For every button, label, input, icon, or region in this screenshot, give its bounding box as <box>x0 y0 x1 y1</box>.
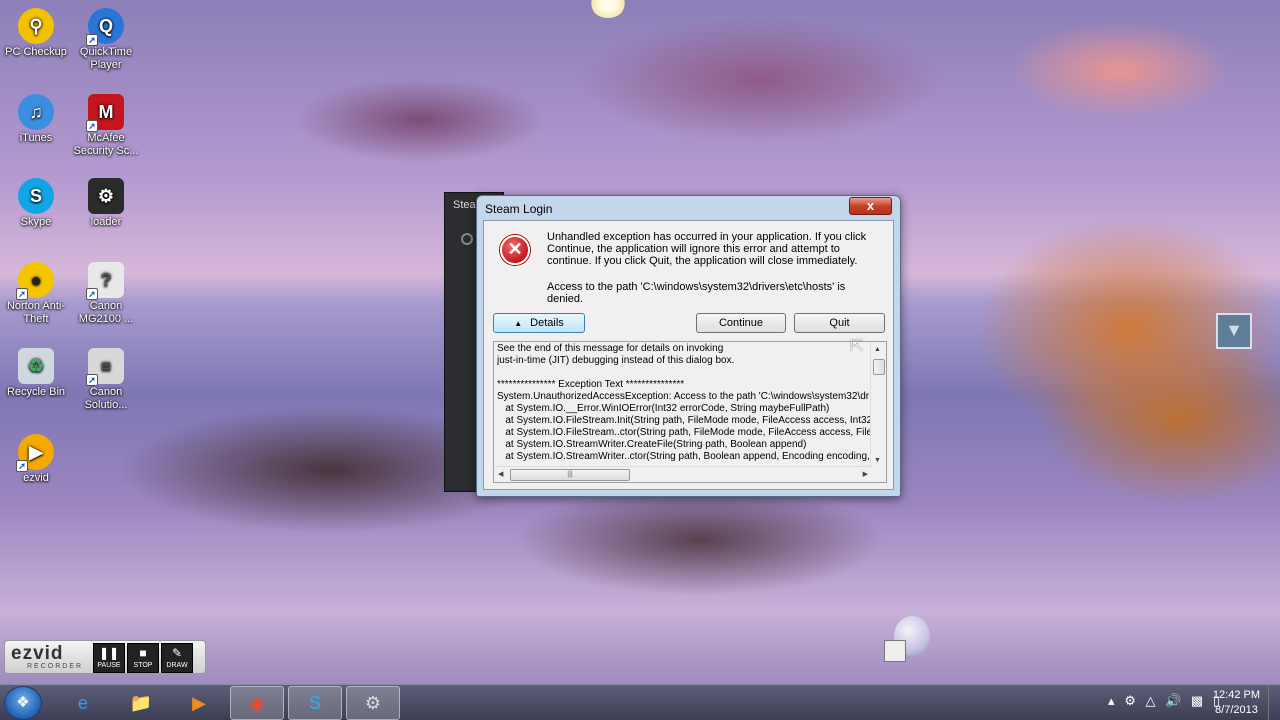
title-bar[interactable]: Steam Login x <box>477 196 900 220</box>
quicktime-icon: Q ➚ <box>86 8 124 46</box>
desktop-icon-canon-mg2100[interactable]: ? ➚ Canon MG2100 ... <box>70 262 142 326</box>
itunes-icon: ♫ <box>18 94 54 130</box>
ezvid-logo: ezvid <box>11 643 64 664</box>
sun <box>590 0 626 18</box>
dialog-title: Steam Login <box>485 202 553 216</box>
skype-icon: S <box>18 178 54 214</box>
steam-icon: ⚙ <box>88 178 124 214</box>
scroll-up-icon[interactable]: ▲ <box>874 346 881 353</box>
pause-icon: ❚❚ <box>98 646 120 660</box>
clock-date: 8/7/2013 <box>1215 704 1258 716</box>
scroll-down-icon[interactable]: ▼ <box>874 457 881 464</box>
desktop-icon-label: Canon MG2100 ... <box>78 300 134 325</box>
scroll-left-icon[interactable]: ◀ <box>498 470 503 478</box>
ezvid-recorder-bar: ezvid RECORDER ❚❚ PAUSE ■ STOP ✎ DRAW <box>4 640 206 674</box>
widget-square-icon[interactable] <box>884 640 906 662</box>
desktop-icon-norton[interactable]: ● ➚ Norton Anti-Theft <box>0 262 72 326</box>
stop-label: STOP <box>133 662 153 669</box>
desktop-icon-label: ezvid <box>23 472 49 484</box>
dialog-body: ✕ Unhandled exception has occurred in yo… <box>483 220 894 490</box>
radio-icon <box>461 233 473 245</box>
network-icon[interactable]: ▩ <box>1191 693 1203 708</box>
error-dialog: Steam Login x ✕ Unhandled exception has … <box>476 195 901 497</box>
continue-button[interactable]: Continue <box>696 313 786 333</box>
chrome-icon[interactable]: ◉ <box>230 686 284 720</box>
quit-button[interactable]: Quit <box>794 313 885 333</box>
scroll-thumb[interactable] <box>873 359 885 375</box>
error-icon: ✕ <box>500 235 530 265</box>
canon-solution-icon: ▤ ➚ <box>86 348 124 386</box>
scroll-thumb-horizontal[interactable]: ||| <box>510 469 630 481</box>
pencil-icon: ✎ <box>171 646 183 660</box>
draw-button[interactable]: ✎ DRAW <box>161 643 193 673</box>
tray-expand-icon[interactable]: ▴ <box>1108 693 1115 708</box>
pause-label: PAUSE <box>97 662 121 669</box>
vertical-scrollbar[interactable]: ▲ ▼ <box>870 342 886 468</box>
error-message: Unhandled exception has occurred in your… <box>547 231 867 267</box>
desktop-icon-label: Skype <box>20 216 52 228</box>
horizontal-scrollbar[interactable]: ◀ ||| ▶ <box>494 466 872 482</box>
desktop-icon-recycle-bin[interactable]: ♻ Recycle Bin <box>0 348 72 399</box>
clock-time: 12:42 PM <box>1212 689 1260 701</box>
desktop-icon-label: Canon Solutio... <box>84 386 128 411</box>
tray-signal-icon[interactable]: △ <box>1145 693 1155 708</box>
desktop-icon-label: QuickTime Player <box>79 46 133 71</box>
desktop-icon-mcafee[interactable]: M ➚ McAfee Security Sc... <box>70 94 142 158</box>
desktop-icon-label: PC Checkup <box>5 46 67 58</box>
desktop-icon-label: Norton Anti-Theft <box>6 300 66 325</box>
error-detail: Access to the path 'C:\windows\system32\… <box>547 281 846 305</box>
clock[interactable]: 12:42 PM 8/7/2013 <box>1213 688 1260 718</box>
desktop-icon-canon-solution[interactable]: ▤ ➚ Canon Solutio... <box>70 348 142 412</box>
start-button[interactable]: ❖ <box>4 686 42 720</box>
triangle-up-icon: ▲ <box>514 319 523 328</box>
pause-button[interactable]: ❚❚ PAUSE <box>93 643 125 673</box>
internet-explorer-icon[interactable]: e <box>56 686 110 720</box>
taskbar: ❖ e 📁 ▶ ◉ S ⚙ ▴ ⚙ △ 🔊 ▩ ▯ 12:42 PM 8/7/2… <box>0 684 1280 720</box>
stop-icon: ■ <box>139 646 147 660</box>
details-button[interactable]: ▲ Details <box>493 313 585 333</box>
show-desktop-button[interactable] <box>1268 685 1280 720</box>
media-player-icon[interactable]: ▶ <box>172 686 226 720</box>
ezvid-icon: ▶ ➚ <box>16 434 54 472</box>
recycle-bin-icon: ♻ <box>18 348 54 384</box>
canon-printer-icon: ? ➚ <box>86 262 124 300</box>
file-explorer-icon[interactable]: 📁 <box>114 686 168 720</box>
stop-button[interactable]: ■ STOP <box>127 643 159 673</box>
volume-icon[interactable]: 🔊 <box>1165 693 1181 708</box>
desktop-icon-label: loader <box>90 216 122 228</box>
close-button[interactable]: x <box>849 197 892 215</box>
desktop-icon-loader[interactable]: ⚙ loader <box>70 178 142 229</box>
desktop-icon-label: McAfee Security Sc... <box>73 132 139 157</box>
desktop-icon-label: iTunes <box>19 132 53 144</box>
system-tray: ▴ ⚙ △ 🔊 ▩ ▯ <box>1102 693 1220 709</box>
norton-icon: ● ➚ <box>16 262 54 300</box>
desktop-icon-pc-checkup[interactable]: ⚲ PC Checkup <box>0 8 72 59</box>
mouse-cursor-icon: ⇱ <box>850 338 864 355</box>
magnifier-icon: ⚲ <box>18 8 54 44</box>
steam-taskbar-icon[interactable]: ⚙ <box>346 686 400 720</box>
draw-label: DRAW <box>166 662 188 669</box>
details-textbox[interactable]: See the end of this message for details … <box>493 341 887 483</box>
tray-app-icon[interactable]: ⚙ <box>1124 693 1136 708</box>
exception-details: See the end of this message for details … <box>497 343 871 462</box>
desktop-icon-label: Recycle Bin <box>6 386 66 398</box>
desktop-icon-ezvid[interactable]: ▶ ➚ ezvid <box>0 434 72 485</box>
desktop-icon-skype[interactable]: S Skype <box>0 178 72 229</box>
recorder-label: RECORDER <box>27 663 84 670</box>
desktop-icon-quicktime[interactable]: Q ➚ QuickTime Player <box>70 8 142 72</box>
desktop-icon-itunes[interactable]: ♫ iTunes <box>0 94 72 145</box>
mcafee-shield-icon: M ➚ <box>86 94 124 132</box>
skype-taskbar-icon[interactable]: S <box>288 686 342 720</box>
scroll-right-icon[interactable]: ▶ <box>863 470 868 478</box>
details-label: Details <box>530 317 564 329</box>
download-icon[interactable]: ▼ <box>1216 313 1252 349</box>
